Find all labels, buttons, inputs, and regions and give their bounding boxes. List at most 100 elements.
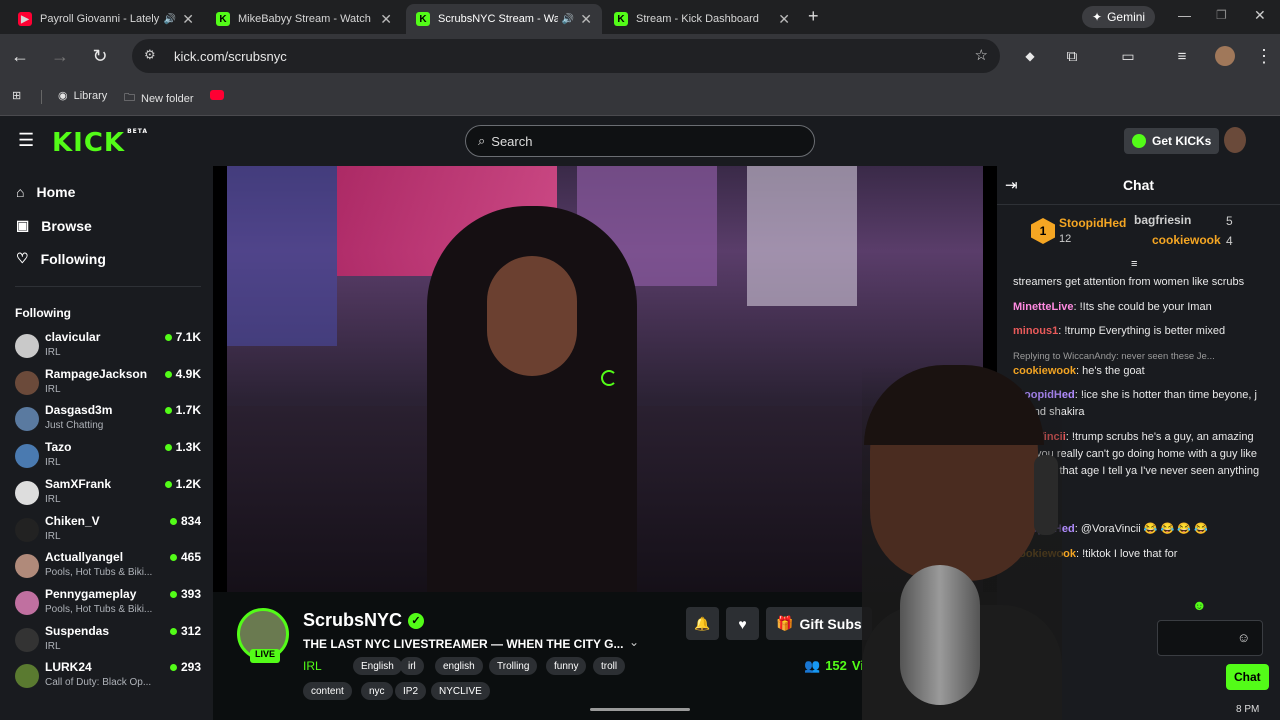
tag[interactable]: NYCLIVE [431, 682, 490, 700]
kicks-coin-icon [1132, 134, 1146, 148]
search-input[interactable]: ⌕ Search [465, 125, 815, 157]
divider [15, 286, 201, 287]
browser-tab-4[interactable]: K Stream - Kick Dashboard ✕ [604, 4, 800, 34]
streamer-category: IRL [45, 530, 61, 542]
bookmark-library[interactable]: ◉ Library [58, 89, 107, 103]
chat-message[interactable]: minous1: !trump Everything is better mix… [1013, 323, 1265, 340]
leader-name[interactable]: cookiewook [1152, 233, 1221, 247]
media-control-icon[interactable]: ≡ [1168, 42, 1196, 70]
streamer-name: clavicular [45, 330, 101, 344]
site-info-icon[interactable]: ⚙ [144, 47, 156, 63]
kick-logo[interactable]: KICK BETA [52, 128, 148, 158]
close-tab-icon[interactable]: ✕ [182, 11, 194, 28]
emoji-picker-icon[interactable]: ☺ [1237, 630, 1250, 645]
kick-favicon-icon: K [614, 12, 628, 26]
following-item[interactable]: Dasgasd3m Just Chatting 1.7K [15, 403, 201, 437]
globe-icon: ◉ [58, 90, 68, 102]
tag[interactable]: IP2 [395, 682, 427, 700]
extension-diamond-icon[interactable]: ◆ [1016, 42, 1044, 70]
streamer-avatar [15, 370, 39, 395]
loading-spinner-icon [601, 370, 617, 386]
speaker-icon[interactable]: 🔊 [164, 14, 176, 25]
emote-icon[interactable]: ☻ [1192, 597, 1207, 613]
user-avatar[interactable] [1224, 127, 1246, 153]
following-heading: Following [15, 306, 71, 320]
send-chat-button[interactable]: Chat [1226, 664, 1269, 690]
tag[interactable]: content [303, 682, 352, 700]
following-item[interactable]: clavicular IRL 7.1K [15, 330, 201, 364]
tag[interactable]: English [353, 657, 402, 675]
tab-title: MikeBabyy Stream - Watch L [238, 13, 375, 25]
extensions-puzzle-icon[interactable]: ⧉ [1058, 42, 1086, 70]
tag[interactable]: troll [593, 657, 626, 675]
browser-tab-3-active[interactable]: K ScrubsNYC Stream - Wat 🔊 ✕ [406, 4, 602, 34]
following-item[interactable]: Actuallyangel Pools, Hot Tubs & Biki... … [15, 550, 201, 584]
bookmarks-bar: ⊞ ◉ Library 🗀 New folder [0, 78, 1280, 116]
following-item[interactable]: LURK24 Call of Duty: Black Op... 293 [15, 660, 201, 694]
following-item[interactable]: Pennygameplay Pools, Hot Tubs & Biki... … [15, 587, 201, 621]
browser-tab-2[interactable]: K MikeBabyy Stream - Watch L ✕ [206, 4, 402, 34]
heart-icon: ♥ [738, 615, 747, 632]
bookmark-star-icon[interactable]: ☆ [975, 46, 988, 64]
reload-icon[interactable]: ↻ [86, 42, 114, 70]
profile-avatar[interactable] [1215, 46, 1235, 66]
speaker-icon[interactable]: 🔊 [562, 14, 574, 25]
following-item[interactable]: SamXFrank IRL 1.2K [15, 477, 201, 511]
following-item[interactable]: RampageJackson IRL 4.9K [15, 367, 201, 401]
forward-arrow-icon[interactable]: → [46, 42, 74, 70]
back-arrow-icon[interactable]: ← [6, 42, 34, 70]
hamburger-menu-icon[interactable]: ☰ [18, 130, 34, 151]
bookmark-new-folder[interactable]: 🗀 New folder [124, 89, 194, 108]
chevron-down-icon[interactable]: ⌄ [629, 635, 639, 649]
category-link[interactable]: IRL [303, 659, 322, 673]
tag[interactable]: funny [546, 657, 587, 675]
browser-tab-1[interactable]: ▶ Payroll Giovanni - Lately 🔊 ✕ [8, 4, 204, 34]
tag[interactable]: english [435, 657, 483, 675]
viewer-count: 312 [169, 624, 201, 638]
notification-bell-button[interactable]: 🔔 [686, 607, 719, 640]
following-item[interactable]: Chiken_V IRL 834 [15, 514, 201, 548]
close-window-icon[interactable]: ✕ [1254, 7, 1266, 24]
chat-message[interactable]: streamers get attention from women like … [1013, 274, 1265, 291]
close-tab-icon[interactable]: ✕ [778, 11, 790, 28]
tag[interactable]: nyc [361, 682, 393, 700]
gift-subs-button[interactable]: 🎁 Gift Subs [766, 607, 872, 640]
get-kicks-button[interactable]: Get KICKs [1124, 128, 1220, 154]
new-tab-button[interactable]: + [808, 6, 819, 27]
apps-grid-icon[interactable]: ⊞ [12, 89, 21, 102]
kick-header: ☰ KICK BETA ⌕ Search Get KICKs [0, 116, 1280, 166]
gemini-button[interactable]: ✦ Gemini [1082, 6, 1156, 28]
kick-favicon-icon: K [216, 12, 230, 26]
viewer-count: 1.2K [164, 477, 201, 491]
left-sidebar: ⌂ Home ▣ Browse ♡ Following Following clavi… [0, 166, 213, 720]
scroll-handle[interactable] [590, 708, 690, 711]
chat-username[interactable]: minous1 [1013, 325, 1058, 337]
reading-mode-icon[interactable]: ▭ [1114, 42, 1142, 70]
live-dot-icon [164, 444, 172, 452]
folder-icon: 🗀 [124, 92, 135, 104]
leader-name[interactable]: StoopidHed [1059, 216, 1126, 230]
live-dot-icon [164, 480, 172, 488]
expand-leaderboard-icon[interactable]: ≡ [1131, 258, 1137, 270]
leader-name[interactable]: bagfriesin [1134, 213, 1191, 227]
tag[interactable]: Trolling [489, 657, 538, 675]
more-menu-icon[interactable]: ⋮ [1250, 42, 1278, 70]
channel-name[interactable]: ScrubsNYC [303, 610, 402, 631]
restore-icon[interactable]: ❐ [1216, 8, 1227, 22]
follow-heart-button[interactable]: ♥ [726, 607, 759, 640]
youtube-bookmark-icon[interactable] [210, 90, 224, 100]
following-item[interactable]: Tazo IRL 1.3K [15, 440, 201, 474]
address-bar[interactable]: ⚙ kick.com/scrubsnyc ☆ [132, 39, 1000, 73]
streamer-category: IRL [45, 457, 61, 469]
url-text[interactable]: kick.com/scrubsnyc [174, 49, 287, 64]
close-tab-icon[interactable]: ✕ [380, 11, 392, 28]
nav-browse[interactable]: ▣ Browse [16, 217, 92, 234]
close-tab-icon[interactable]: ✕ [580, 11, 592, 28]
nav-home[interactable]: ⌂ Home [16, 184, 75, 200]
chat-username[interactable]: MinetteLive [1013, 301, 1074, 313]
chat-message[interactable]: MinetteLive: !Its she could be your Iman [1013, 299, 1265, 316]
minimize-icon[interactable]: — [1178, 8, 1191, 23]
tag[interactable]: irl [400, 657, 424, 675]
nav-following[interactable]: ♡ Following [16, 250, 106, 267]
following-item[interactable]: Suspendas IRL 312 [15, 624, 201, 658]
